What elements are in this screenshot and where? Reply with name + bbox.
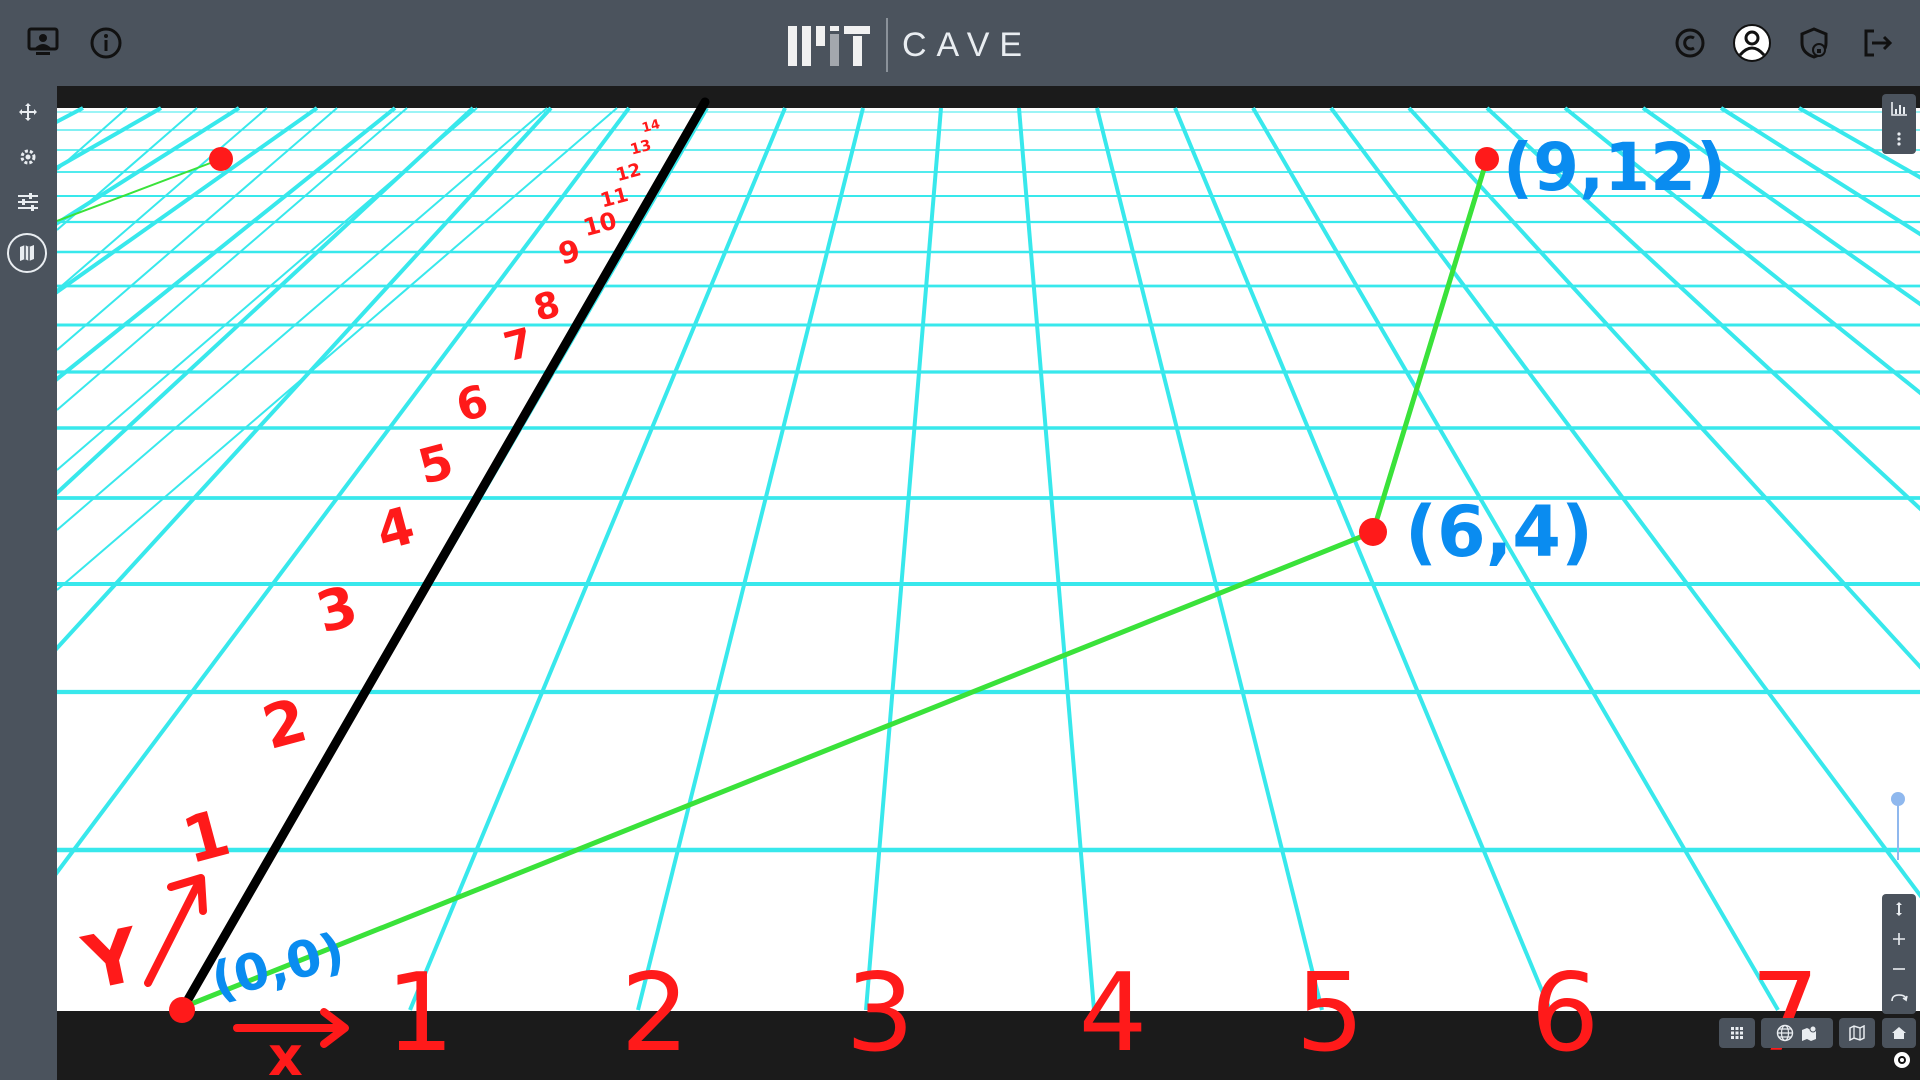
- globe-map-toggle[interactable]: [1761, 1018, 1833, 1048]
- settings-icon[interactable]: [8, 137, 48, 177]
- point-label-6-4: (6,4): [1405, 491, 1593, 573]
- mit-logo: [788, 26, 870, 66]
- sliders-icon[interactable]: [8, 182, 48, 222]
- map-icon[interactable]: [7, 233, 47, 273]
- pitch-slider[interactable]: [1891, 792, 1905, 860]
- x-axis-label: 2: [621, 951, 690, 1076]
- account-icon[interactable]: [1731, 22, 1773, 64]
- x-arrow-label: x: [268, 1025, 303, 1080]
- x-axis-label: 5: [1296, 951, 1365, 1076]
- map-marker-icon[interactable]: [1800, 1024, 1818, 1042]
- point-6-4[interactable]: [1359, 518, 1387, 546]
- map-controls-top: [1882, 94, 1916, 154]
- x-axis-label: 7: [1751, 951, 1820, 1076]
- chart-icon[interactable]: [1882, 94, 1916, 124]
- map-view[interactable]: Y x 1234567 1 2 3 4 5 6 7 8 9 10 11 12 13 14 (0,0) (6…: [57, 86, 1920, 1080]
- zoom-in-icon[interactable]: [1882, 924, 1916, 954]
- copyright-icon[interactable]: [1669, 22, 1711, 64]
- rotate-icon[interactable]: [1882, 984, 1916, 1014]
- point-origin[interactable]: [169, 997, 195, 1023]
- x-axis-label: 1: [386, 951, 455, 1076]
- info-icon[interactable]: [85, 22, 127, 64]
- zoom-out-icon[interactable]: [1882, 954, 1916, 984]
- map-icon[interactable]: [1839, 1018, 1875, 1048]
- point-offscreen[interactable]: [209, 147, 233, 171]
- scene-canvas[interactable]: Y x 1234567 1234567891011121314 (0,0) (6…: [57, 86, 1920, 1080]
- map-controls-bottom: [1882, 894, 1916, 1014]
- map-view-switcher: [1719, 1018, 1875, 1048]
- x-axis-label: 3: [846, 951, 915, 1076]
- brand-divider: [886, 18, 888, 72]
- point-9-12[interactable]: [1475, 147, 1499, 171]
- grid-icon[interactable]: [1719, 1018, 1755, 1048]
- point-label-9-12: (9,12): [1503, 129, 1726, 206]
- left-sidebar: [0, 86, 57, 1080]
- home-icon[interactable]: [1882, 1018, 1916, 1048]
- attribution-icon[interactable]: [1894, 1052, 1910, 1068]
- ground-plane: [57, 108, 1920, 1011]
- shield-lock-icon[interactable]: [1793, 22, 1835, 64]
- brand: CAVE: [788, 18, 1032, 72]
- app-wordmark: CAVE: [902, 25, 1033, 64]
- x-axis-label: 4: [1079, 951, 1148, 1076]
- presenter-icon[interactable]: [22, 22, 64, 64]
- pitch-icon[interactable]: [1882, 894, 1916, 924]
- more-vert-icon[interactable]: [1882, 124, 1916, 154]
- top-bar: CAVE: [0, 0, 1920, 86]
- globe-icon[interactable]: [1776, 1024, 1794, 1042]
- home-button[interactable]: [1882, 1018, 1916, 1048]
- move-icon[interactable]: [8, 92, 48, 132]
- logout-icon[interactable]: [1856, 22, 1898, 64]
- x-axis-label: 6: [1531, 951, 1600, 1076]
